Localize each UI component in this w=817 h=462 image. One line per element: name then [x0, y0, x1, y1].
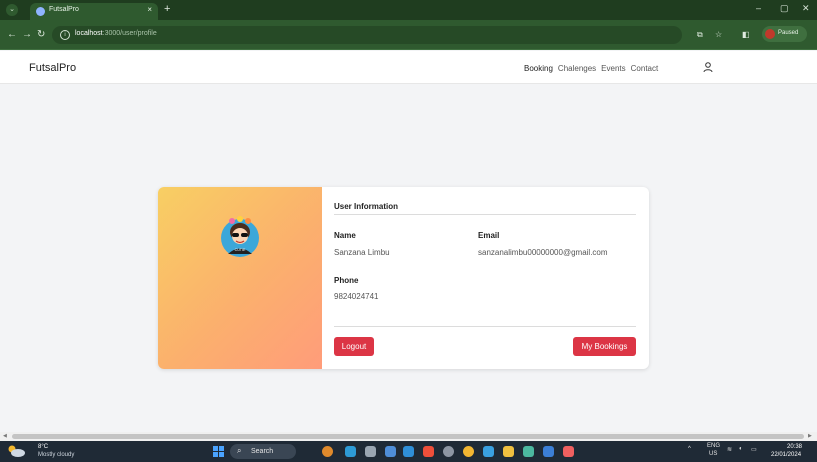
logout-button[interactable]: Logout — [334, 337, 374, 356]
file-explorer-icon[interactable] — [503, 446, 514, 457]
nav-challenges[interactable]: Chalenges — [558, 64, 596, 73]
reload-icon[interactable]: ↻ — [37, 29, 45, 40]
section-divider — [334, 214, 636, 215]
cast-icon[interactable]: ⧉ — [697, 30, 703, 40]
lang-bottom[interactable]: US — [709, 451, 717, 457]
footer-divider — [334, 326, 636, 327]
battery-icon[interactable]: ▭ — [751, 446, 757, 453]
app-icon-7[interactable] — [443, 446, 454, 457]
volume-icon[interactable]: ◐ — [739, 446, 743, 452]
star-icon[interactable]: ☆ — [715, 30, 722, 39]
taskbar-search-label: Search — [251, 448, 274, 455]
url-host: localhost — [75, 30, 103, 37]
tab-close-icon[interactable]: × — [147, 5, 152, 14]
tray-chevron-icon[interactable]: ^ — [688, 446, 691, 452]
nav-booking[interactable]: Booking — [524, 64, 553, 73]
weather-icon[interactable] — [6, 444, 26, 458]
email-label: Email — [478, 231, 500, 240]
profile-button[interactable]: Paused — [762, 26, 807, 42]
app-icon-11[interactable] — [523, 446, 534, 457]
scroll-left-icon[interactable]: ◀ — [3, 433, 7, 439]
site-navbar: FutsalPro Booking Chalenges Events Conta… — [0, 51, 817, 84]
restore-button[interactable]: ▢ — [780, 3, 789, 14]
profile-status: Paused — [778, 30, 799, 36]
vscode-icon[interactable] — [403, 446, 414, 457]
brand-logo[interactable]: FutsalPro — [29, 62, 76, 74]
taskbar-search[interactable]: ⌕ Search — [230, 444, 296, 459]
profile-card-banner: CUTIE — [158, 187, 322, 369]
minimize-button[interactable]: – — [756, 3, 761, 13]
app-icon-3[interactable] — [365, 446, 376, 457]
avatar: CUTIE — [221, 216, 259, 257]
profile-avatar — [765, 29, 775, 39]
user-info-panel: User Information Name Sanzana Limbu Emai… — [322, 187, 649, 369]
nav-links: Booking Chalenges Events Contact — [524, 64, 658, 73]
clock-date[interactable]: 22/01/2024 — [771, 452, 801, 458]
sidepanel-icon[interactable]: ◧ — [742, 30, 750, 39]
new-tab-button[interactable]: + — [164, 3, 170, 15]
name-label: Name — [334, 231, 356, 240]
search-icon: ⌕ — [237, 446, 242, 455]
scroll-right-icon[interactable]: ▶ — [808, 433, 812, 439]
email-value: sanzanalimbu00000000@gmail.com — [478, 248, 608, 257]
weather-desc: Mostly cloudy — [38, 452, 75, 458]
app-icon-2[interactable] — [345, 446, 356, 457]
brave-icon[interactable] — [423, 446, 434, 457]
tab-title: FutsalPro — [49, 6, 79, 13]
phone-value: 9824024741 — [334, 292, 379, 301]
windows-icon[interactable] — [213, 446, 224, 457]
horizontal-scrollbar[interactable]: ◀ ▶ — [0, 432, 817, 441]
app-icon-12[interactable] — [543, 446, 554, 457]
browser-tab[interactable]: FutsalPro × — [30, 3, 158, 20]
app-icon-13[interactable] — [563, 446, 574, 457]
avatar-caption: CUTIE — [235, 248, 246, 252]
forward-arrow-icon[interactable]: → — [22, 29, 32, 40]
url-path: :3000/user/profile — [102, 30, 157, 37]
profile-card: CUTIE User Information Name Sanzana Limb… — [158, 187, 649, 369]
phone-label: Phone — [334, 276, 359, 285]
section-title: User Information — [334, 202, 399, 211]
nav-events[interactable]: Events — [601, 64, 625, 73]
nav-contact[interactable]: Contact — [631, 64, 659, 73]
scrollbar-thumb[interactable] — [12, 434, 804, 439]
weather-temp: 8°C — [38, 444, 49, 450]
taskbar: 8°C Mostly cloudy ⌕ Search ^ ENG US ≋ ◐ … — [0, 441, 817, 462]
my-bookings-button[interactable]: My Bookings — [573, 337, 636, 356]
wifi-icon[interactable]: ≋ — [727, 446, 732, 453]
name-value: Sanzana Limbu — [334, 248, 390, 257]
info-icon[interactable]: i — [60, 30, 70, 40]
browser-toolbar: ← → ↻ i localhost:3000/user/profile ⧉ ☆ … — [0, 20, 817, 50]
back-arrow-icon[interactable]: ← — [7, 29, 17, 40]
close-window-button[interactable]: ✕ — [802, 3, 810, 14]
app-icon-1[interactable] — [322, 446, 333, 457]
favicon-icon — [36, 7, 45, 16]
clock-time[interactable]: 20:38 — [787, 444, 802, 450]
address-bar[interactable]: i localhost:3000/user/profile — [52, 26, 682, 44]
chevron-down-icon[interactable]: ⌄ — [6, 4, 18, 16]
app-icon-4[interactable] — [385, 446, 396, 457]
lang-top[interactable]: ENG — [707, 443, 720, 449]
user-icon[interactable] — [702, 61, 714, 73]
app-icon-9[interactable] — [483, 446, 494, 457]
url-text[interactable]: localhost:3000/user/profile — [75, 30, 157, 37]
browser-tabstrip: ⌄ FutsalPro × + – ▢ ✕ — [0, 0, 817, 20]
chrome-icon[interactable] — [463, 446, 474, 457]
